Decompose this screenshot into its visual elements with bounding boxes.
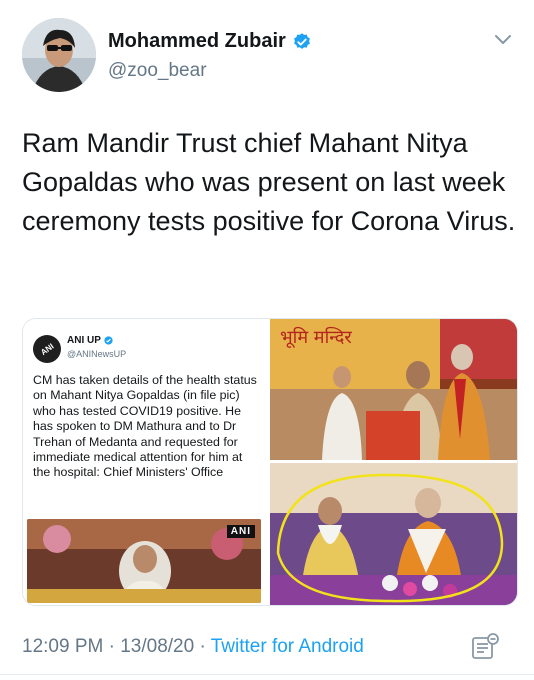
embedded-tweet-screenshot[interactable]: ANI ANI UP @ANINewsUP CM has taken detai…: [23, 319, 267, 605]
embedded-account-name: ANI UP: [67, 335, 101, 346]
photo-ceremony-top[interactable]: भूमि मन्दिर: [270, 319, 517, 460]
chevron-down-icon[interactable]: [494, 34, 512, 46]
verified-badge-icon: [293, 32, 310, 49]
embedded-video-thumbnail[interactable]: ANI: [27, 519, 261, 603]
photo-ceremony-bottom[interactable]: [270, 463, 517, 605]
tweet-meta: 12:09 PM · 13/08/20 · Twitter for Androi…: [22, 636, 364, 658]
tweet-media[interactable]: ANI ANI UP @ANINewsUP CM has taken detai…: [22, 318, 518, 606]
verified-badge-icon: [104, 336, 113, 345]
author-avatar[interactable]: [22, 18, 96, 92]
tweet-text: Ram Mandir Trust chief Mahant Nitya Gopa…: [22, 128, 516, 236]
author-handle[interactable]: @zoo_bear: [108, 60, 207, 82]
author-name[interactable]: Mohammed Zubair: [108, 30, 286, 53]
tweet-timestamp[interactable]: 12:09 PM · 13/08/20 ·: [22, 636, 211, 657]
analytics-icon[interactable]: [470, 632, 500, 662]
video-watermark: ANI: [226, 525, 255, 538]
embedded-account-handle: @ANINewsUP: [67, 349, 127, 359]
tweet-source-link[interactable]: Twitter for Android: [211, 636, 364, 657]
embedded-tweet-text: CM has taken details of the health statu…: [33, 373, 257, 480]
bottom-divider: [0, 674, 534, 675]
svg-text:भूमि मन्दिर: भूमि मन्दिर: [280, 326, 352, 348]
ani-logo: ANI: [27, 329, 67, 369]
